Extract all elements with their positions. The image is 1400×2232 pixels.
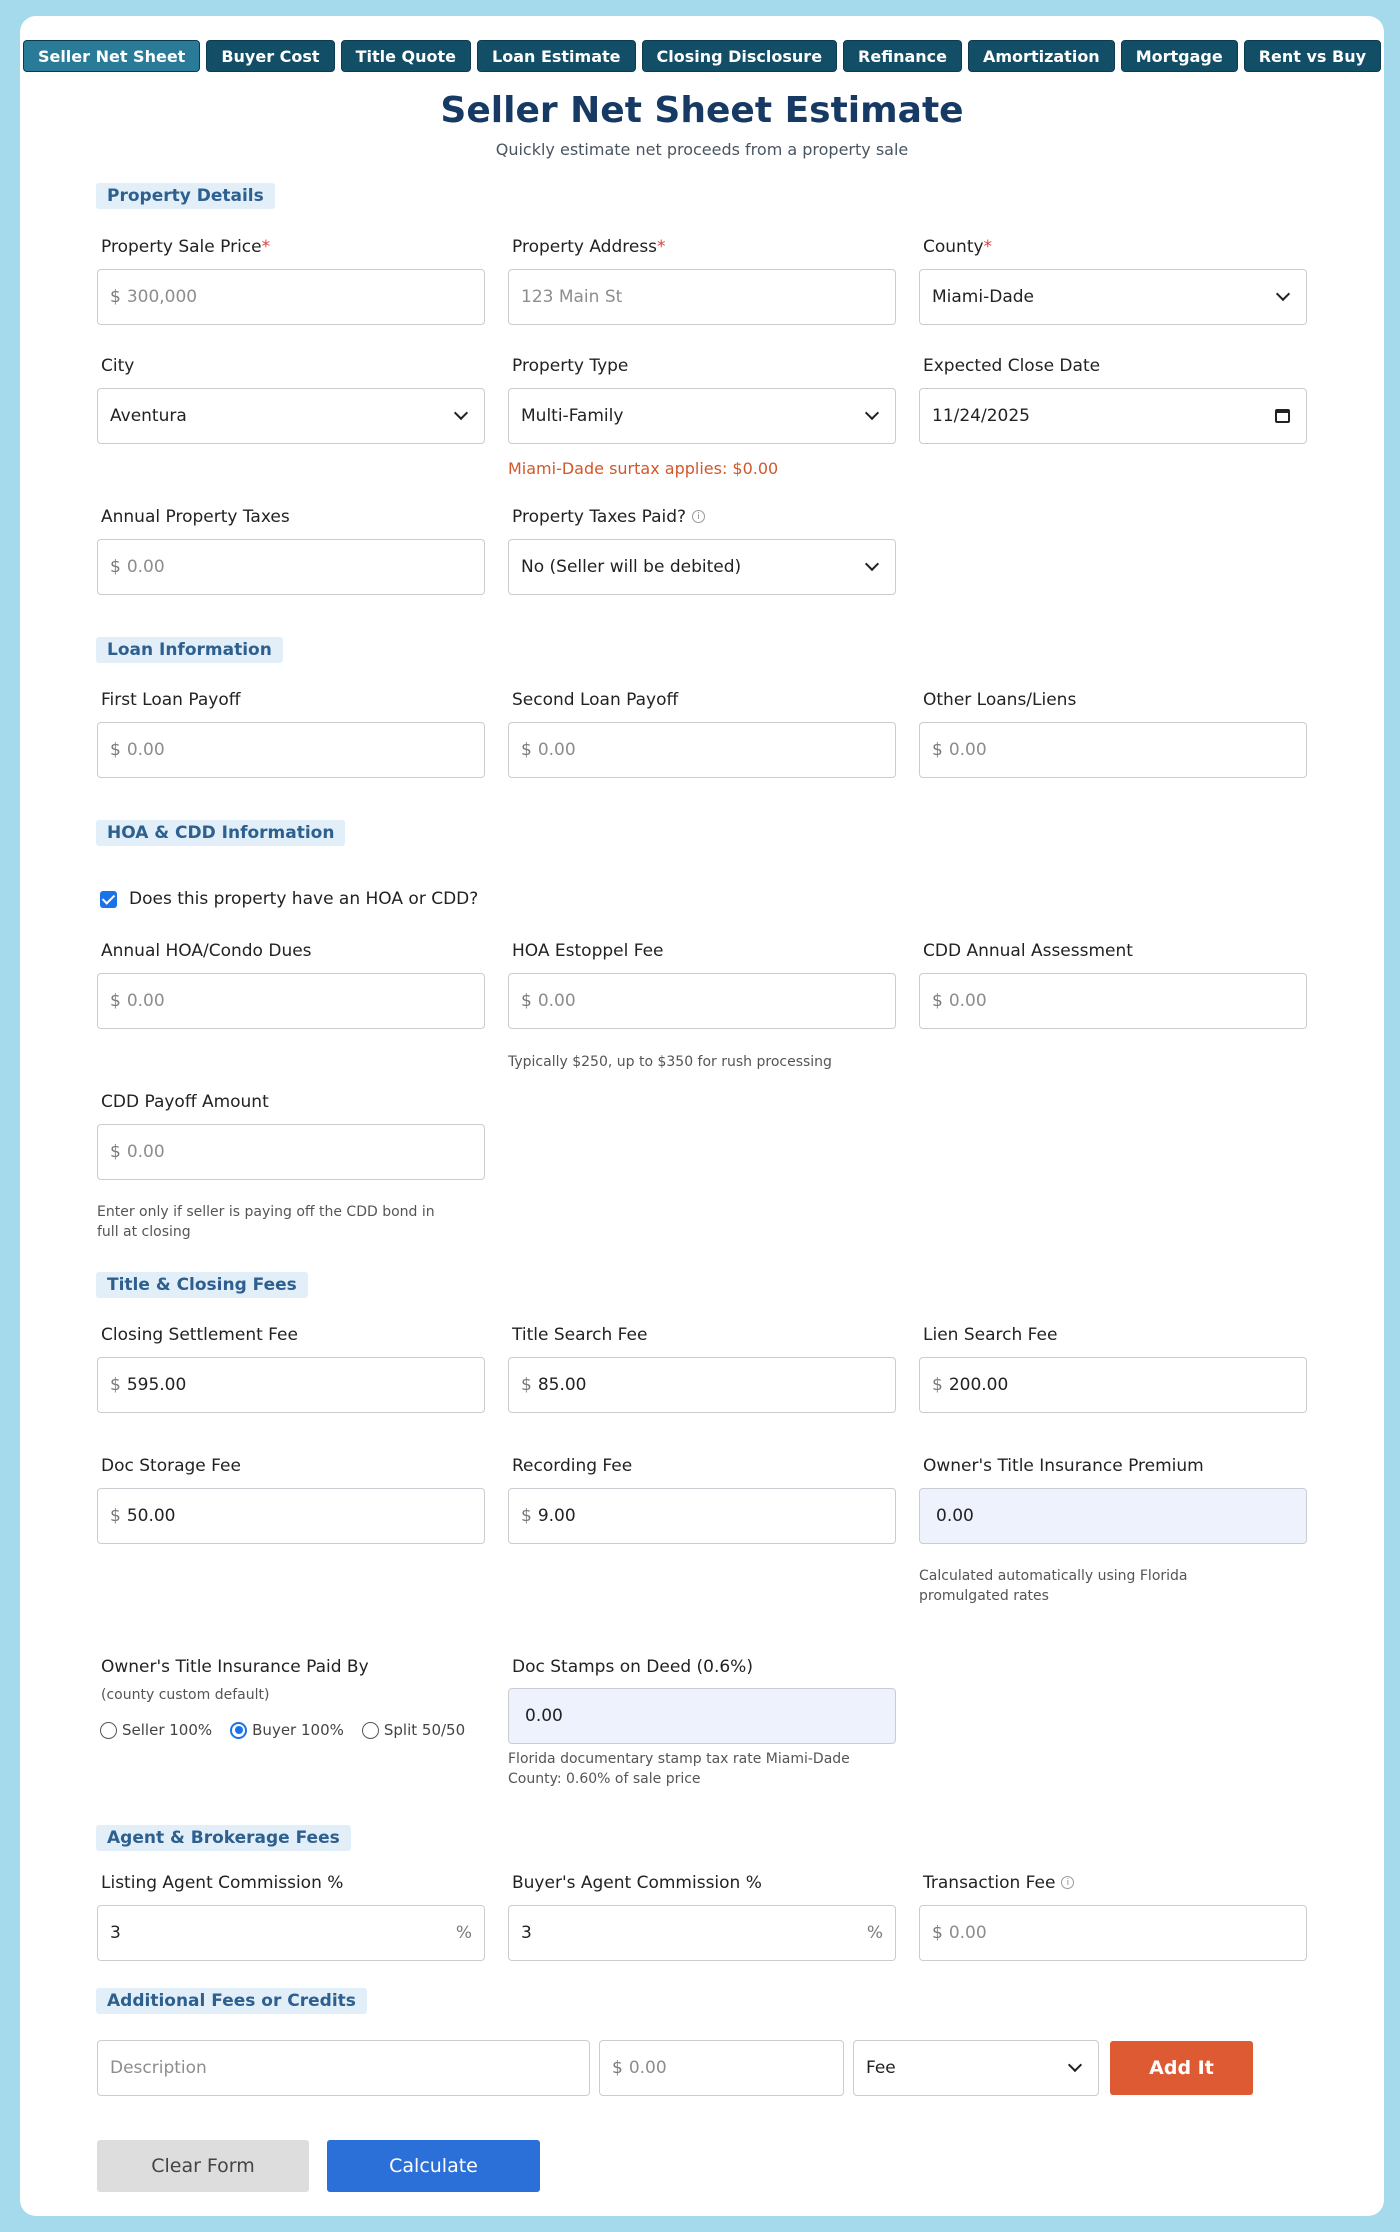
buyers-commission-input[interactable]: 3% [508,1905,896,1961]
hoa-checkbox[interactable] [100,890,117,908]
clear-form-button[interactable]: Clear Form [97,2140,309,2192]
doc-stamps-help: Florida documentary stamp tax rate Miami… [508,1751,850,1787]
section-additional-fees: Additional Fees or Credits [96,1988,367,2014]
buyers-commission-label: Buyer's Agent Commission % [512,1873,762,1893]
paid-by-radio-group: Seller 100% Buyer 100% Split 50/50 [100,1721,465,1739]
section-property-details: Property Details [96,183,275,209]
title-search-label: Title Search Fee [512,1325,648,1345]
tab-rent-vs-buy[interactable]: Rent vs Buy [1243,40,1382,72]
tab-amortization[interactable]: Amortization [968,40,1115,72]
first-loan-label: First Loan Payoff [101,690,241,710]
additional-amount-input[interactable]: $0.00 [599,2040,844,2096]
tab-loan-estimate[interactable]: Loan Estimate [477,40,636,72]
second-loan-label: Second Loan Payoff [512,690,679,710]
info-icon[interactable]: i [1061,1876,1075,1889]
calculator-card: Seller Net Sheet Buyer Cost Title Quote … [20,16,1384,2216]
section-title-closing-fees: Title & Closing Fees [96,1272,308,1298]
hoa-dues-input[interactable]: $0.00 [97,973,485,1029]
estoppel-help: Typically $250, up to $350 for rush proc… [508,1054,832,1070]
cdd-payoff-label: CDD Payoff Amount [101,1092,269,1112]
owners-premium-label: Owner's Title Insurance Premium [923,1456,1204,1476]
radio-split-50-50[interactable]: Split 50/50 [361,1721,465,1739]
tab-refinance[interactable]: Refinance [843,40,962,72]
recording-fee-label: Recording Fee [512,1456,633,1476]
recording-fee-input[interactable]: $9.00 [508,1488,896,1544]
doc-stamps-label: Doc Stamps on Deed (0.6%) [512,1657,753,1677]
hoa-dues-label: Annual HOA/Condo Dues [101,941,312,961]
cdd-payoff-input[interactable]: $0.00 [97,1124,485,1180]
property-type-label: Property Type [512,356,629,376]
section-hoa-cdd: HOA & CDD Information [96,820,346,846]
info-icon[interactable]: i [692,510,706,523]
add-it-button[interactable]: Add It [1110,2041,1253,2095]
annual-taxes-label: Annual Property Taxes [101,507,290,527]
page-title: Seller Net Sheet Estimate [440,90,964,131]
cdd-payoff-help: Enter only if seller is paying off the C… [97,1204,435,1240]
chevron-down-icon [864,556,880,572]
listing-commission-input[interactable]: 3% [97,1905,485,1961]
close-date-input[interactable]: 11/24/2025 [919,388,1307,444]
doc-storage-label: Doc Storage Fee [101,1456,241,1476]
calendar-icon[interactable] [1275,409,1290,423]
county-label: County* [923,237,993,257]
radio-seller-100[interactable]: Seller 100% [100,1721,212,1739]
settlement-fee-input[interactable]: $595.00 [97,1357,485,1413]
tab-title-quote[interactable]: Title Quote [340,40,471,72]
city-label: City [101,356,135,376]
taxes-paid-select[interactable]: No (Seller will be debited) [508,539,896,595]
doc-storage-input[interactable]: $50.00 [97,1488,485,1544]
cdd-annual-label: CDD Annual Assessment [923,941,1133,961]
second-loan-input[interactable]: $0.00 [508,722,896,778]
estoppel-label: HOA Estoppel Fee [512,941,664,961]
surtax-note: Miami-Dade surtax applies: $0.00 [508,459,779,478]
tab-seller-net-sheet[interactable]: Seller Net Sheet [22,40,201,72]
annual-taxes-input[interactable]: $0.00 [97,539,485,595]
tab-closing-disclosure[interactable]: Closing Disclosure [641,40,838,72]
taxes-paid-label: Property Taxes Paid? i [512,507,706,527]
owners-premium-output: 0.00 [919,1488,1307,1544]
lien-search-label: Lien Search Fee [923,1325,1058,1345]
first-loan-input[interactable]: $0.00 [97,722,485,778]
listing-commission-label: Listing Agent Commission % [101,1873,344,1893]
hoa-checkbox-label: Does this property have an HOA or CDD? [129,889,479,909]
address-input[interactable]: 123 Main St [508,269,896,325]
page-subtitle: Quickly estimate net proceeds from a pro… [495,140,909,159]
tab-mortgage[interactable]: Mortgage [1120,40,1238,72]
transaction-fee-input[interactable]: $0.00 [919,1905,1307,1961]
sale-price-input[interactable]: $300,000 [97,269,485,325]
title-search-input[interactable]: $85.00 [508,1357,896,1413]
hoa-checkbox-row[interactable]: Does this property have an HOA or CDD? [100,889,478,909]
doc-stamps-output: 0.00 [508,1688,896,1744]
cdd-annual-input[interactable]: $0.00 [919,973,1307,1029]
address-label: Property Address* [512,237,666,257]
chevron-down-icon [1067,2057,1083,2073]
sale-price-label: Property Sale Price* [101,237,271,257]
paid-by-sublabel: (county custom default) [101,1687,270,1703]
city-select[interactable]: Aventura [97,388,485,444]
tab-buyer-cost[interactable]: Buyer Cost [206,40,335,72]
other-liens-label: Other Loans/Liens [923,690,1077,710]
chevron-down-icon [864,405,880,421]
tab-bar: Seller Net Sheet Buyer Cost Title Quote … [20,40,1384,72]
radio-buyer-100[interactable]: Buyer 100% [230,1721,344,1739]
paid-by-label: Owner's Title Insurance Paid By [101,1657,369,1677]
calculate-button[interactable]: Calculate [327,2140,540,2192]
chevron-down-icon [1275,286,1291,302]
county-select[interactable]: Miami-Dade [919,269,1307,325]
section-loan-information: Loan Information [96,637,283,663]
owners-premium-help: Calculated automatically using Florida pr… [919,1568,1188,1604]
transaction-fee-label: Transaction Fee i [923,1873,1075,1893]
settlement-fee-label: Closing Settlement Fee [101,1325,298,1345]
additional-type-select[interactable]: Fee [853,2040,1099,2096]
close-date-label: Expected Close Date [923,356,1101,376]
estoppel-input[interactable]: $0.00 [508,973,896,1029]
chevron-down-icon [453,405,469,421]
other-liens-input[interactable]: $0.00 [919,722,1307,778]
property-type-select[interactable]: Multi-Family [508,388,896,444]
additional-description-input[interactable]: Description [97,2040,590,2096]
lien-search-input[interactable]: $200.00 [919,1357,1307,1413]
section-agent-brokerage-fees: Agent & Brokerage Fees [96,1825,351,1851]
